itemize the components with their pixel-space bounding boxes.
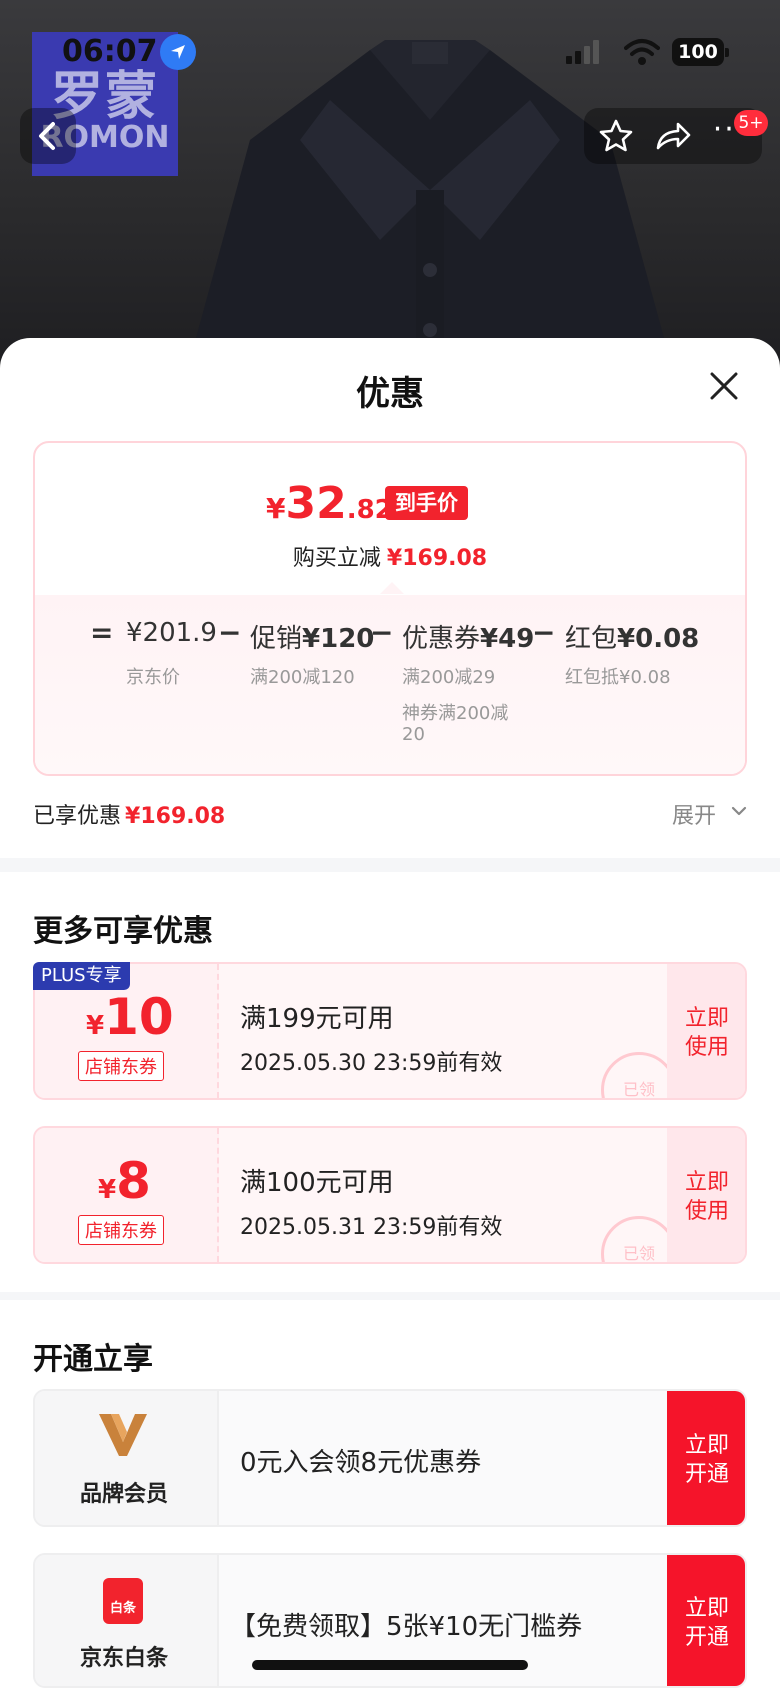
- baitiao-icon: 白条: [103, 1578, 143, 1624]
- use-now-label-1: 立即: [684, 1170, 729, 1195]
- red-packet-amount: ¥0.08: [617, 624, 700, 654]
- coupon-currency: ¥: [86, 1011, 105, 1041]
- coupon-condition: 满100元可用: [240, 1168, 394, 1198]
- instant-discount-row: 购买立减 ¥169.08: [0, 540, 780, 572]
- coupon-value: 优惠券¥49: [402, 618, 534, 655]
- open-now-label-2: 开通: [684, 1462, 729, 1487]
- coupon-amount: ¥10: [86, 988, 174, 1046]
- red-packet-rule: 红包抵¥0.08: [565, 667, 671, 688]
- back-button[interactable]: [20, 108, 76, 164]
- open-now-label-1: 立即: [684, 1596, 729, 1621]
- close-icon[interactable]: [708, 370, 740, 402]
- final-price: ¥32.82: [266, 478, 393, 529]
- home-indicator[interactable]: [252, 1660, 528, 1670]
- minus-sign: −: [370, 616, 394, 649]
- battery-indicator: 100: [672, 38, 729, 66]
- coupon-label: 优惠券: [402, 624, 481, 654]
- open-now-button[interactable]: 立即 开通: [677, 1431, 737, 1489]
- brand-member-text: 0元入会领8元优惠券: [240, 1448, 482, 1478]
- promo-amount: ¥120: [302, 624, 375, 654]
- star-icon[interactable]: [598, 118, 634, 154]
- chevron-left-icon: [39, 122, 55, 150]
- brand-member-v-icon: [99, 1414, 147, 1456]
- final-price-tag: 到手价: [385, 486, 468, 520]
- promo-value: 促销¥120: [250, 618, 374, 655]
- use-now-button[interactable]: 立即 使用: [677, 1168, 737, 1226]
- red-packet-value: 红包¥0.08: [565, 618, 699, 655]
- coupon-value-number: 10: [104, 988, 174, 1046]
- red-packet-label: 红包: [565, 624, 618, 654]
- section-divider: [0, 1292, 780, 1300]
- enjoyed-value: ¥169.08: [125, 804, 226, 829]
- final-price-int: 32: [285, 478, 347, 529]
- enjoyed-label: 已享优惠: [33, 804, 122, 829]
- coupon-validity: 2025.05.30 23:59前有效: [240, 1051, 503, 1076]
- location-icon: [160, 34, 196, 70]
- coupon-value-number: 8: [116, 1152, 151, 1210]
- baitiao-icon-text: 白条: [109, 1601, 136, 1616]
- coupon-rule: 满200减29: [402, 667, 496, 688]
- super-coupon-rule-cont: 20: [402, 724, 425, 745]
- claimed-stamp: 已领: [601, 1052, 677, 1098]
- use-now-label-2: 使用: [684, 1035, 729, 1060]
- minus-sign: −: [218, 616, 242, 649]
- card-notch: [380, 582, 404, 594]
- claimed-stamp: 已领: [601, 1216, 677, 1262]
- shop-coupon-tag: 店铺东券: [78, 1051, 164, 1081]
- more-offers-title: 更多可享优惠: [33, 914, 213, 949]
- use-now-label-1: 立即: [684, 1006, 729, 1031]
- super-coupon-rule: 神券满200减: [402, 703, 509, 724]
- open-now-label-2: 开通: [684, 1625, 729, 1650]
- brand-member-label: 品牌会员: [79, 1482, 168, 1507]
- wifi-icon: [624, 39, 660, 65]
- coupon-validity: 2025.05.31 23:59前有效: [240, 1215, 503, 1240]
- cart-badge: 5+: [734, 110, 768, 136]
- instant-discount-label: 购买立减: [292, 546, 381, 571]
- final-price-symbol: ¥: [266, 492, 286, 525]
- jd-price-amount: ¥201.9: [126, 618, 217, 648]
- share-icon[interactable]: [654, 118, 692, 154]
- promo-rule: 满200减120: [250, 667, 355, 688]
- equals-sign: =: [90, 616, 114, 649]
- cellular-signal-icon: [566, 40, 599, 64]
- shirt-image: [190, 40, 670, 360]
- status-time: 06:07: [62, 34, 158, 69]
- jd-price-label: 京东价: [126, 667, 180, 688]
- promo-label: 促销: [250, 624, 303, 654]
- coupon-condition: 满199元可用: [240, 1004, 394, 1034]
- instant-discount-value: ¥169.08: [386, 546, 488, 571]
- use-now-button[interactable]: 立即 使用: [677, 1004, 737, 1062]
- use-now-label-2: 使用: [684, 1199, 729, 1224]
- section-divider: [0, 858, 780, 872]
- coupon-amount: ¥8: [98, 1152, 151, 1210]
- minus-sign: −: [532, 616, 556, 649]
- open-now-button[interactable]: 立即 开通: [677, 1594, 737, 1652]
- coupon-amount: ¥49: [480, 624, 535, 654]
- membership-title: 开通立享: [33, 1342, 153, 1377]
- baitiao-text: 【免费领取】5张¥10无门槛券: [230, 1612, 583, 1642]
- chevron-down-icon[interactable]: [730, 804, 748, 818]
- plus-exclusive-tag: PLUS专享: [33, 962, 130, 990]
- sheet-title: 优惠: [356, 374, 424, 414]
- expand-button[interactable]: 展开: [672, 798, 716, 830]
- enjoyed-discount: 已享优惠 ¥169.08: [33, 798, 225, 830]
- open-now-label-1: 立即: [684, 1433, 729, 1458]
- jd-price-value: ¥201.9: [126, 618, 217, 648]
- coupon-currency: ¥: [98, 1175, 117, 1205]
- shop-coupon-tag: 店铺东券: [78, 1215, 164, 1245]
- baitiao-label: 京东白条: [79, 1646, 168, 1671]
